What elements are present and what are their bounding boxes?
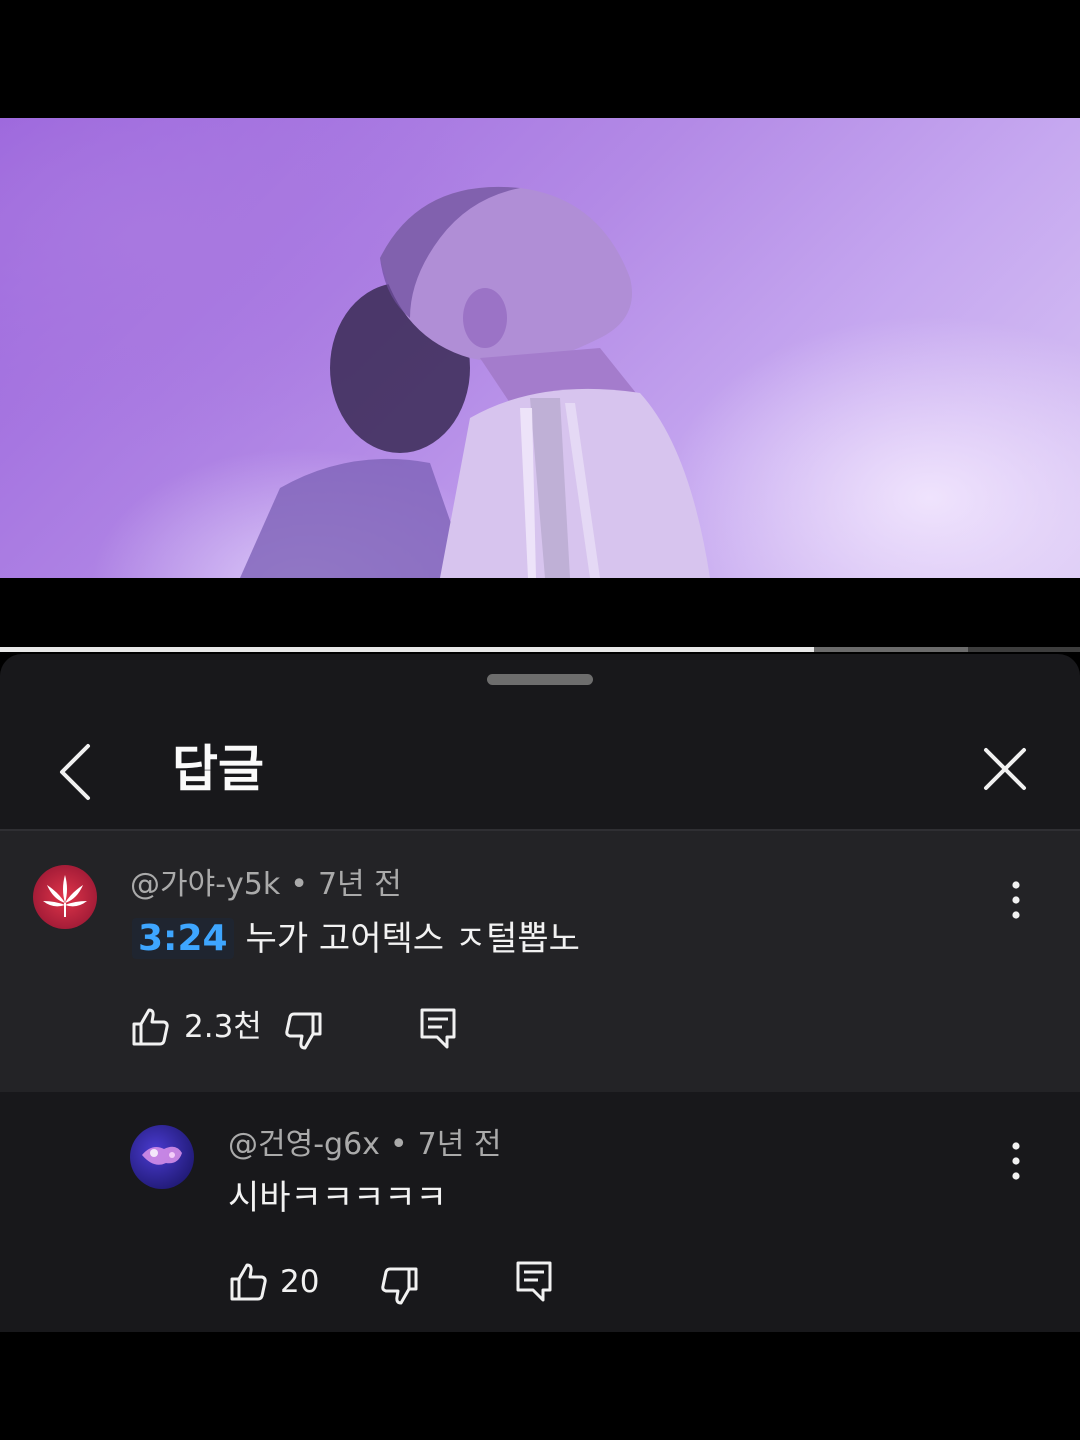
avatar[interactable]	[33, 865, 97, 929]
meta-separator: •	[389, 1127, 408, 1162]
comment-reply-icon	[516, 1261, 552, 1302]
reply-comment: @건영-g6x • 7년 전 시바ㅋㅋㅋㅋㅋ 20	[0, 1092, 1080, 1332]
video-frame	[240, 186, 710, 578]
back-button[interactable]	[48, 732, 104, 812]
thumbs-up-icon	[230, 1263, 267, 1301]
comment-text: 누가 고어텍스 ㅈ털뽑노	[245, 919, 580, 959]
comment-text: 시바ㅋㅋㅋㅋㅋ	[228, 1178, 447, 1218]
comment-time: 7년 전	[417, 1127, 502, 1162]
chevron-left-icon	[60, 744, 90, 800]
like-button[interactable]	[128, 1005, 172, 1053]
progress-fill	[0, 647, 814, 652]
comment-menu-button[interactable]	[996, 1132, 1036, 1192]
comment-meta: @가야-y5k • 7년 전	[130, 865, 402, 905]
reply-button[interactable]	[416, 1005, 460, 1057]
parent-comment: @가야-y5k • 7년 전 3:24 누가 고어텍스 ㅈ털뽑노 2.3천	[0, 831, 1080, 1092]
comment-author[interactable]: @가야-y5k	[130, 867, 280, 902]
timestamp-link[interactable]: 3:24	[132, 918, 234, 959]
video-progress-bar[interactable]	[0, 647, 1080, 652]
comment-text-line: 3:24 누가 고어텍스 ㅈ털뽑노	[132, 915, 580, 963]
comment-meta: @건영-g6x • 7년 전	[228, 1125, 501, 1165]
close-icon	[984, 748, 1026, 790]
thumbs-down-icon	[285, 1012, 322, 1050]
more-vert-icon	[1012, 1142, 1020, 1180]
thumbs-up-icon	[132, 1008, 169, 1046]
like-button[interactable]	[226, 1260, 270, 1308]
comment-menu-button[interactable]	[996, 871, 1036, 931]
purple-abstract-avatar	[142, 1146, 182, 1165]
dislike-button[interactable]	[282, 1009, 326, 1057]
meta-separator: •	[290, 867, 308, 902]
like-count: 20	[280, 1264, 320, 1300]
thumbs-down-icon	[381, 1267, 418, 1305]
comment-author[interactable]: @건영-g6x	[228, 1127, 380, 1162]
close-button[interactable]	[972, 736, 1038, 802]
drag-handle[interactable]	[487, 674, 593, 685]
dislike-button[interactable]	[378, 1264, 422, 1312]
bottom-bar	[0, 1332, 1080, 1440]
comment-time: 7년 전	[317, 867, 402, 902]
sheet-title: 답글	[172, 740, 264, 798]
sheet-header: 답글	[0, 714, 1080, 830]
like-count: 2.3천	[184, 1009, 262, 1045]
comment-reply-icon	[420, 1008, 456, 1049]
avatar[interactable]	[130, 1125, 194, 1189]
more-vert-icon	[1012, 881, 1020, 919]
replies-sheet: 답글 @가야-y5k • 7년 전 3:24 누가 고어텍스 ㅈ털뽑노 2.3천…	[0, 654, 1080, 1332]
cannabis-leaf-icon	[43, 875, 87, 917]
reply-button[interactable]	[512, 1258, 556, 1310]
video-player[interactable]	[0, 118, 1080, 578]
